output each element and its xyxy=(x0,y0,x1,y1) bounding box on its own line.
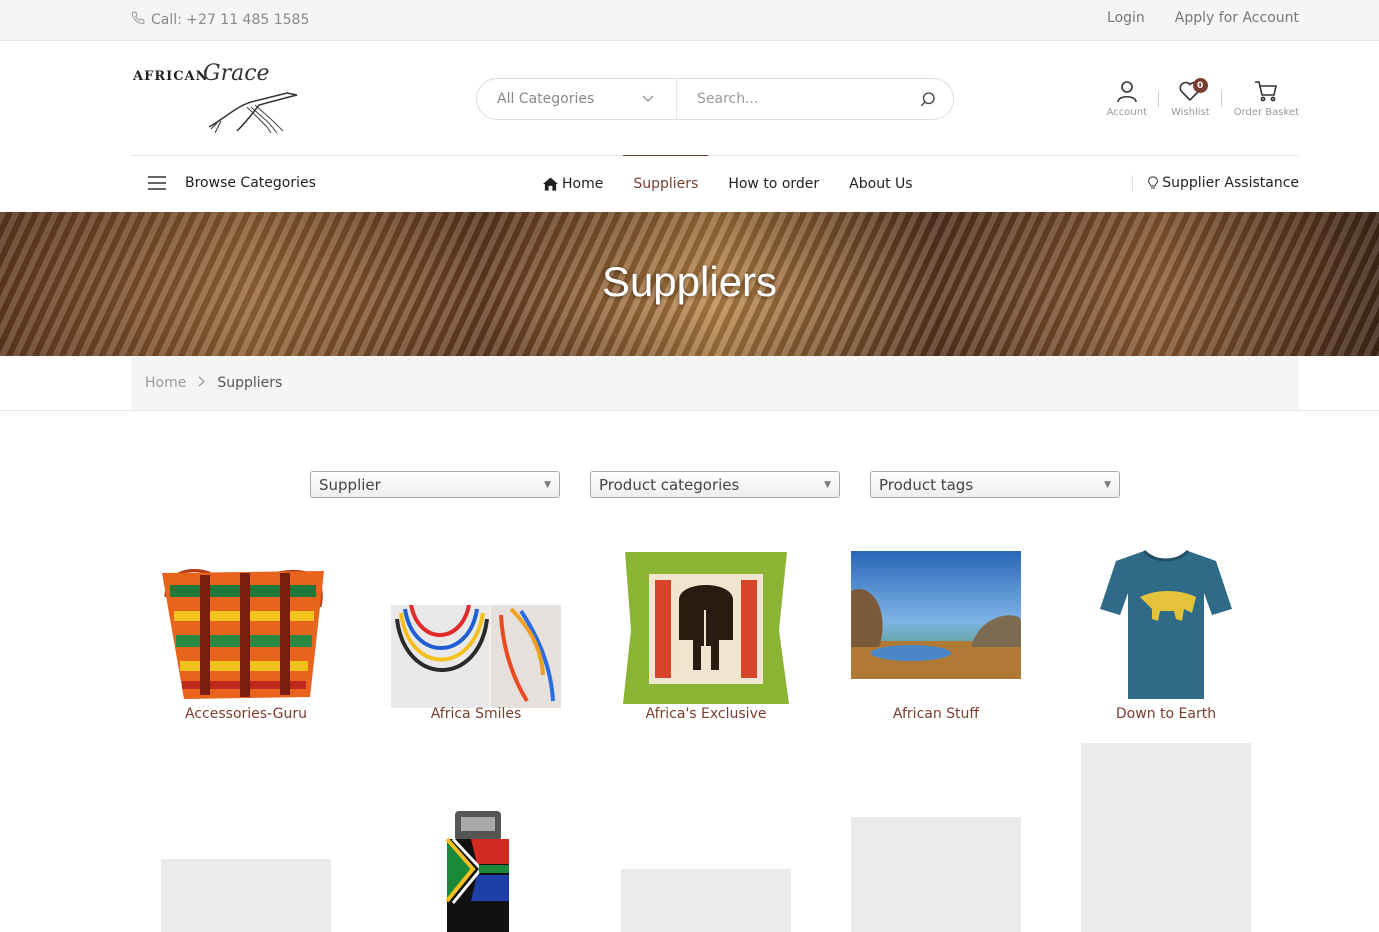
lightbulb-icon xyxy=(1148,176,1159,189)
browse-categories-label: Browse Categories xyxy=(185,175,316,191)
main-nav: Browse Categories Home Suppliers How to … xyxy=(131,155,1299,212)
browse-categories-button[interactable]: Browse Categories xyxy=(148,175,316,191)
supplier-image-placeholder[interactable] xyxy=(1081,743,1251,932)
supplier-name[interactable]: Africa's Exclusive xyxy=(621,706,791,722)
product-categories-filter[interactable]: Product categories ▼ xyxy=(590,471,840,498)
supplier-name[interactable]: African Stuff xyxy=(851,706,1021,722)
supplier-name[interactable]: Accessories-Guru xyxy=(161,706,331,722)
category-dropdown[interactable]: All Categories xyxy=(477,79,677,119)
phone-icon xyxy=(131,11,145,29)
supplier-name[interactable]: Africa Smiles xyxy=(391,706,561,722)
account-label: Account xyxy=(1106,107,1147,118)
chevron-right-icon xyxy=(198,376,206,390)
search-button[interactable] xyxy=(903,90,953,108)
supplier-image-placeholder[interactable] xyxy=(851,817,1021,932)
nav-about-us-label: About Us xyxy=(849,176,913,192)
phone-text: Call: +27 11 485 1585 xyxy=(151,12,310,28)
page-title: Suppliers xyxy=(601,258,778,305)
logo-script: Grace xyxy=(203,61,270,86)
login-link[interactable]: Login xyxy=(1107,10,1145,26)
nav-how-to-order-label: How to order xyxy=(728,176,820,192)
logo-brand: AFRICAN xyxy=(133,69,209,84)
nav-suppliers[interactable]: Suppliers xyxy=(623,155,709,212)
home-icon xyxy=(543,177,558,191)
account-button[interactable]: Account xyxy=(1095,79,1160,118)
supplier-filter[interactable]: Supplier ▼ xyxy=(310,471,560,498)
order-basket-button[interactable]: Order Basket xyxy=(1222,79,1299,118)
nav-home-label: Home xyxy=(562,176,604,192)
bag-icon[interactable] xyxy=(160,567,326,701)
chevron-down-icon xyxy=(642,93,654,106)
supplier-image-placeholder[interactable] xyxy=(161,859,331,932)
breadcrumb-current: Suppliers xyxy=(217,375,283,391)
site-header: AFRICAN Grace All Categories Account 0 W… xyxy=(131,41,1299,156)
top-bar: Call: +27 11 485 1585 Login Apply for Ac… xyxy=(0,0,1379,41)
nav-home[interactable]: Home xyxy=(533,156,613,212)
wishlist-count-badge: 0 xyxy=(1192,78,1208,93)
breadcrumb: Home Suppliers xyxy=(131,356,1299,410)
supplier-image-placeholder[interactable] xyxy=(621,869,791,932)
site-logo[interactable]: AFRICAN Grace xyxy=(131,57,301,137)
dropdown-arrow-icon: ▼ xyxy=(1104,479,1111,490)
product-tags-filter-value: Product tags xyxy=(879,475,974,494)
breadcrumb-home[interactable]: Home xyxy=(145,375,186,391)
category-dropdown-value: All Categories xyxy=(497,91,595,107)
nav-how-to-order[interactable]: How to order xyxy=(718,156,829,212)
product-tags-filter[interactable]: Product tags ▼ xyxy=(870,471,1120,498)
search-input[interactable] xyxy=(677,79,903,119)
apply-account-link[interactable]: Apply for Account xyxy=(1175,10,1299,26)
supplier-filter-value: Supplier xyxy=(319,475,381,494)
nav-about-us[interactable]: About Us xyxy=(839,156,922,212)
dropdown-arrow-icon: ▼ xyxy=(544,479,551,490)
hero-banner: Suppliers xyxy=(0,212,1379,356)
cart-icon xyxy=(1255,81,1278,102)
search-icon xyxy=(920,92,935,107)
supplier-assistance-link[interactable]: Supplier Assistance xyxy=(1132,175,1299,191)
product-categories-filter-value: Product categories xyxy=(599,475,740,494)
book-cover-icon[interactable] xyxy=(851,551,1021,679)
cushion-icon[interactable] xyxy=(621,550,791,706)
wishlist-label: Wishlist xyxy=(1171,107,1210,118)
wishlist-button[interactable]: 0 Wishlist xyxy=(1159,78,1222,118)
hamburger-icon xyxy=(148,176,166,190)
supplier-name[interactable]: Down to Earth xyxy=(1081,706,1251,722)
dropdown-arrow-icon: ▼ xyxy=(824,479,831,490)
user-icon xyxy=(1116,81,1137,103)
search-bar: All Categories xyxy=(476,78,954,120)
filter-bar: Supplier ▼ Product categories ▼ Product … xyxy=(310,471,1120,498)
supplier-assistance-label: Supplier Assistance xyxy=(1162,175,1299,191)
crane-logo-icon xyxy=(208,92,298,134)
order-basket-label: Order Basket xyxy=(1233,107,1299,118)
necklace-icon[interactable] xyxy=(391,605,561,708)
tshirt-icon[interactable] xyxy=(1100,549,1232,703)
phone-contact[interactable]: Call: +27 11 485 1585 xyxy=(131,11,309,29)
nav-suppliers-label: Suppliers xyxy=(633,176,699,192)
lighter-cover-icon[interactable] xyxy=(441,809,515,932)
